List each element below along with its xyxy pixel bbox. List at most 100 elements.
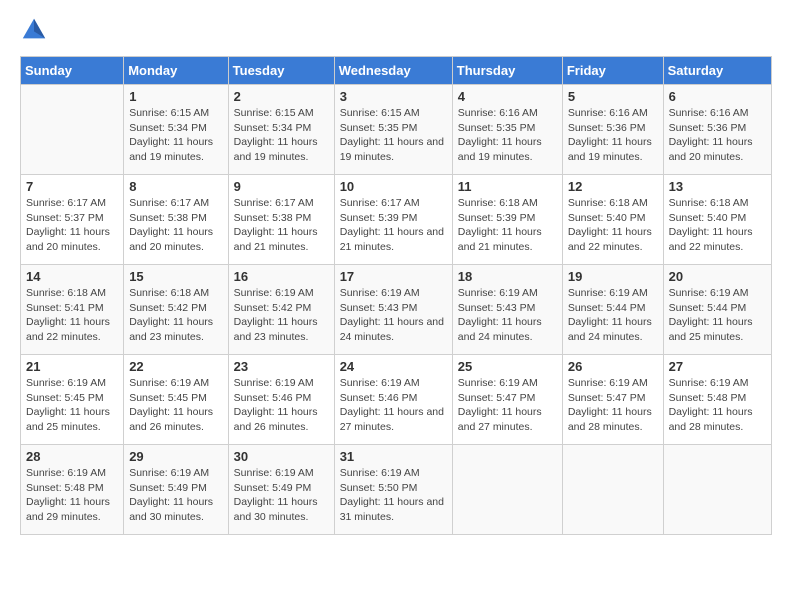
cell-info: Sunrise: 6:19 AMSunset: 5:49 PMDaylight:…	[129, 466, 222, 525]
calendar-cell: 23 Sunrise: 6:19 AMSunset: 5:46 PMDayligh…	[228, 355, 334, 445]
header-day: Wednesday	[334, 57, 452, 85]
cell-info: Sunrise: 6:19 AMSunset: 5:42 PMDaylight:…	[234, 286, 329, 345]
cell-info: Sunrise: 6:19 AMSunset: 5:44 PMDaylight:…	[568, 286, 658, 345]
day-number: 17	[340, 269, 447, 284]
header-day: Saturday	[663, 57, 771, 85]
calendar-week-row: 1 Sunrise: 6:15 AMSunset: 5:34 PMDaylight…	[21, 85, 772, 175]
calendar-cell: 29 Sunrise: 6:19 AMSunset: 5:49 PMDayligh…	[124, 445, 228, 535]
cell-info: Sunrise: 6:19 AMSunset: 5:50 PMDaylight:…	[340, 466, 447, 525]
cell-info: Sunrise: 6:17 AMSunset: 5:38 PMDaylight:…	[234, 196, 329, 255]
calendar-cell: 26Sunrise: 6:19 AMSunset: 5:47 PMDayligh…	[562, 355, 663, 445]
calendar-cell: 14 Sunrise: 6:18 AMSunset: 5:41 PMDayligh…	[21, 265, 124, 355]
cell-info: Sunrise: 6:19 AMSunset: 5:47 PMDaylight:…	[458, 376, 557, 435]
calendar-cell: 19 Sunrise: 6:19 AMSunset: 5:44 PMDayligh…	[562, 265, 663, 355]
day-number: 31	[340, 449, 447, 464]
calendar-cell: 8 Sunrise: 6:17 AMSunset: 5:38 PMDaylight…	[124, 175, 228, 265]
day-number: 29	[129, 449, 222, 464]
day-number: 16	[234, 269, 329, 284]
day-number: 25	[458, 359, 557, 374]
day-number: 30	[234, 449, 329, 464]
day-number: 20	[669, 269, 766, 284]
day-number: 12	[568, 179, 658, 194]
day-number: 13	[669, 179, 766, 194]
cell-info: Sunrise: 6:19 AMSunset: 5:44 PMDaylight:…	[669, 286, 766, 345]
cell-info: Sunrise: 6:19 AMSunset: 5:48 PMDaylight:…	[669, 376, 766, 435]
cell-info: Sunrise: 6:19 AMSunset: 5:48 PMDaylight:…	[26, 466, 118, 525]
cell-info: Sunrise: 6:17 AMSunset: 5:38 PMDaylight:…	[129, 196, 222, 255]
cell-info: Sunrise: 6:19 AMSunset: 5:45 PMDaylight:…	[26, 376, 118, 435]
calendar-cell: 6 Sunrise: 6:16 AMSunset: 5:36 PMDaylight…	[663, 85, 771, 175]
calendar-cell: 16 Sunrise: 6:19 AMSunset: 5:42 PMDayligh…	[228, 265, 334, 355]
header-day: Tuesday	[228, 57, 334, 85]
header-day: Thursday	[452, 57, 562, 85]
calendar-cell: 1 Sunrise: 6:15 AMSunset: 5:34 PMDaylight…	[124, 85, 228, 175]
cell-info: Sunrise: 6:19 AMSunset: 5:49 PMDaylight:…	[234, 466, 329, 525]
cell-info: Sunrise: 6:19 AMSunset: 5:46 PMDaylight:…	[234, 376, 329, 435]
calendar-cell: 24Sunrise: 6:19 AMSunset: 5:46 PMDayligh…	[334, 355, 452, 445]
day-number: 22	[129, 359, 222, 374]
calendar-cell	[452, 445, 562, 535]
calendar-cell	[663, 445, 771, 535]
calendar-cell: 20 Sunrise: 6:19 AMSunset: 5:44 PMDayligh…	[663, 265, 771, 355]
day-number: 4	[458, 89, 557, 104]
calendar-cell: 15 Sunrise: 6:18 AMSunset: 5:42 PMDayligh…	[124, 265, 228, 355]
cell-info: Sunrise: 6:18 AMSunset: 5:40 PMDaylight:…	[669, 196, 766, 255]
calendar-week-row: 14 Sunrise: 6:18 AMSunset: 5:41 PMDayligh…	[21, 265, 772, 355]
cell-info: Sunrise: 6:18 AMSunset: 5:39 PMDaylight:…	[458, 196, 557, 255]
day-number: 3	[340, 89, 447, 104]
calendar-cell: 7 Sunrise: 6:17 AMSunset: 5:37 PMDaylight…	[21, 175, 124, 265]
day-number: 1	[129, 89, 222, 104]
day-number: 9	[234, 179, 329, 194]
calendar-week-row: 7 Sunrise: 6:17 AMSunset: 5:37 PMDaylight…	[21, 175, 772, 265]
cell-info: Sunrise: 6:17 AMSunset: 5:39 PMDaylight:…	[340, 196, 447, 255]
day-number: 10	[340, 179, 447, 194]
calendar-week-row: 28 Sunrise: 6:19 AMSunset: 5:48 PMDayligh…	[21, 445, 772, 535]
day-number: 21	[26, 359, 118, 374]
calendar-table: SundayMondayTuesdayWednesdayThursdayFrid…	[20, 56, 772, 535]
cell-info: Sunrise: 6:17 AMSunset: 5:37 PMDaylight:…	[26, 196, 118, 255]
cell-info: Sunrise: 6:19 AMSunset: 5:43 PMDaylight:…	[458, 286, 557, 345]
calendar-cell: 27 Sunrise: 6:19 AMSunset: 5:48 PMDayligh…	[663, 355, 771, 445]
cell-info: Sunrise: 6:16 AMSunset: 5:35 PMDaylight:…	[458, 106, 557, 165]
cell-info: Sunrise: 6:15 AMSunset: 5:35 PMDaylight:…	[340, 106, 447, 165]
calendar-cell: 31 Sunrise: 6:19 AMSunset: 5:50 PMDayligh…	[334, 445, 452, 535]
calendar-cell: 2 Sunrise: 6:15 AMSunset: 5:34 PMDaylight…	[228, 85, 334, 175]
calendar-cell: 22 Sunrise: 6:19 AMSunset: 5:45 PMDayligh…	[124, 355, 228, 445]
cell-info: Sunrise: 6:18 AMSunset: 5:41 PMDaylight:…	[26, 286, 118, 345]
logo-icon	[20, 16, 48, 44]
calendar-cell	[562, 445, 663, 535]
cell-info: Sunrise: 6:15 AMSunset: 5:34 PMDaylight:…	[234, 106, 329, 165]
day-number: 23	[234, 359, 329, 374]
day-number: 28	[26, 449, 118, 464]
day-number: 8	[129, 179, 222, 194]
day-number: 7	[26, 179, 118, 194]
logo	[20, 16, 52, 44]
header-day: Sunday	[21, 57, 124, 85]
calendar-cell: 25 Sunrise: 6:19 AMSunset: 5:47 PMDayligh…	[452, 355, 562, 445]
cell-info: Sunrise: 6:18 AMSunset: 5:42 PMDaylight:…	[129, 286, 222, 345]
calendar-cell: 11Sunrise: 6:18 AMSunset: 5:39 PMDayligh…	[452, 175, 562, 265]
cell-info: Sunrise: 6:16 AMSunset: 5:36 PMDaylight:…	[669, 106, 766, 165]
calendar-cell: 3 Sunrise: 6:15 AMSunset: 5:35 PMDaylight…	[334, 85, 452, 175]
calendar-cell: 28 Sunrise: 6:19 AMSunset: 5:48 PMDayligh…	[21, 445, 124, 535]
header-day: Monday	[124, 57, 228, 85]
day-number: 24	[340, 359, 447, 374]
calendar-cell: 30 Sunrise: 6:19 AMSunset: 5:49 PMDayligh…	[228, 445, 334, 535]
cell-info: Sunrise: 6:18 AMSunset: 5:40 PMDaylight:…	[568, 196, 658, 255]
cell-info: Sunrise: 6:19 AMSunset: 5:45 PMDaylight:…	[129, 376, 222, 435]
day-number: 14	[26, 269, 118, 284]
day-number: 15	[129, 269, 222, 284]
header-day: Friday	[562, 57, 663, 85]
cell-info: Sunrise: 6:19 AMSunset: 5:43 PMDaylight:…	[340, 286, 447, 345]
cell-info: Sunrise: 6:15 AMSunset: 5:34 PMDaylight:…	[129, 106, 222, 165]
calendar-cell: 5Sunrise: 6:16 AMSunset: 5:36 PMDaylight…	[562, 85, 663, 175]
day-number: 2	[234, 89, 329, 104]
day-number: 6	[669, 89, 766, 104]
calendar-cell: 21 Sunrise: 6:19 AMSunset: 5:45 PMDayligh…	[21, 355, 124, 445]
cell-info: Sunrise: 6:19 AMSunset: 5:47 PMDaylight:…	[568, 376, 658, 435]
day-number: 19	[568, 269, 658, 284]
calendar-cell: 12 Sunrise: 6:18 AMSunset: 5:40 PMDayligh…	[562, 175, 663, 265]
calendar-cell: 4 Sunrise: 6:16 AMSunset: 5:35 PMDaylight…	[452, 85, 562, 175]
day-number: 27	[669, 359, 766, 374]
calendar-cell	[21, 85, 124, 175]
